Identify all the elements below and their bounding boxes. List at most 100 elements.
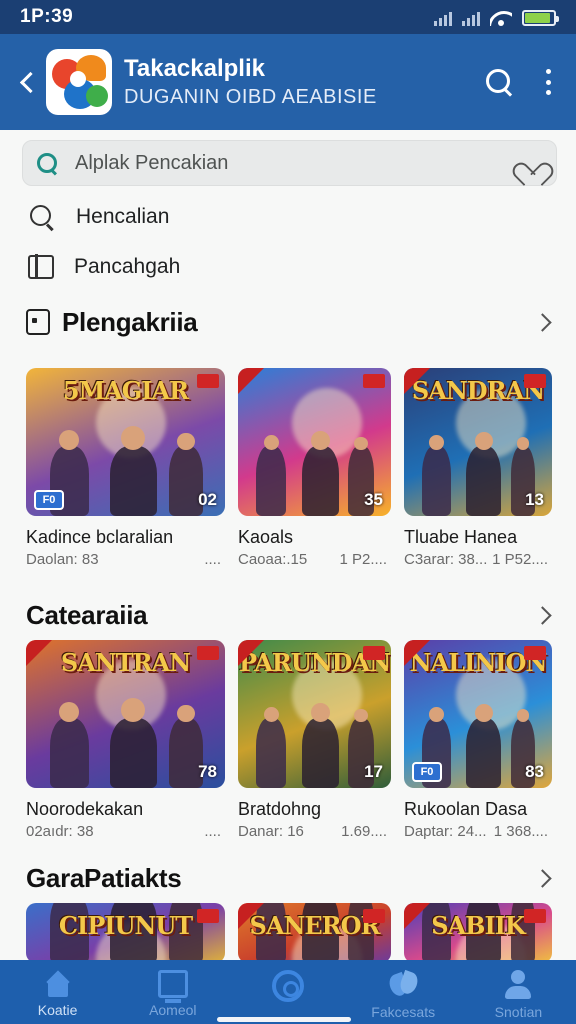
game-card[interactable]: 5MAGIAR F0 02 Kadince bclaralian Daolan: 83.…: [26, 368, 225, 570]
menu-item-book[interactable]: Pancahgah: [28, 251, 180, 283]
chevron-right-icon[interactable]: [534, 605, 554, 625]
game-card[interactable]: PARUNDAN 17 Bratdohng Danar: 16 1.69....: [238, 640, 391, 842]
game-meta: Caoaa:.15 1 P2....: [238, 550, 391, 570]
section-title: Plengakriia: [62, 306, 198, 337]
back-arrow-icon[interactable]: [14, 62, 38, 102]
section-title: Catearaiia: [26, 599, 148, 630]
game-name: Bratdohng: [238, 799, 322, 819]
section-header[interactable]: Plengakriia: [26, 304, 554, 340]
search-icon: [35, 151, 59, 175]
ribbon-badge: [404, 640, 430, 666]
game-thumbnail: PARUNDAN 17: [238, 640, 391, 788]
ribbon-badge: [26, 640, 52, 666]
game-meta: Daolan: 83....: [26, 550, 225, 570]
nav-circle[interactable]: [230, 960, 345, 1024]
game-card[interactable]: CIPIUNUT: [26, 903, 225, 963]
wifi-icon: [490, 10, 512, 26]
chevron-right-icon[interactable]: [534, 312, 554, 332]
platform-chip: F0: [412, 762, 442, 782]
game-count: 17: [364, 762, 383, 781]
game-art-title: CIPIUNUT: [58, 911, 193, 940]
favorite-heart-icon[interactable]: [518, 151, 544, 175]
game-count: 83: [525, 762, 544, 781]
section-header[interactable]: GaraPatiakts: [26, 860, 554, 896]
game-name: Tluabe Hanea: [404, 527, 518, 547]
header-actions: [484, 67, 562, 97]
status-time: 1P:39: [20, 6, 74, 27]
ribbon-badge: [238, 640, 264, 666]
game-meta-left: C3arar: 38...: [404, 551, 488, 568]
ribbon-badge: [238, 903, 264, 929]
game-art-title: SANTRAN: [60, 648, 191, 677]
game-meta-right: ....: [204, 823, 221, 840]
chevron-right-icon[interactable]: [534, 868, 554, 888]
tag-badge: [197, 646, 219, 660]
status-bar: 1P:39: [0, 0, 576, 34]
game-thumbnail: 35: [238, 368, 391, 516]
game-meta-left: Daolan: 83: [26, 551, 99, 568]
game-meta-left: 02aıdr: 38: [26, 823, 94, 840]
game-card[interactable]: SABIIK: [404, 903, 552, 963]
leaf-icon: [388, 970, 418, 1000]
tablet-icon: [157, 970, 188, 1003]
search-icon[interactable]: [484, 67, 514, 97]
search-icon: [28, 203, 56, 231]
game-count: 13: [525, 490, 544, 509]
section-header[interactable]: Catearaiia: [26, 597, 554, 633]
tag-badge: [197, 374, 219, 388]
app-subtitle: DUGANIN OIBD AEABISIE: [124, 86, 377, 108]
tag-badge: [524, 646, 546, 660]
more-vertical-icon[interactable]: [544, 67, 552, 97]
tag-badge: [363, 374, 385, 388]
tag-badge: [524, 374, 546, 388]
game-card[interactable]: NALINION F0 83 Rukoolan Dasa Daptar: 24... 1 …: [404, 640, 552, 842]
game-meta-right: 1.69....: [341, 823, 387, 840]
game-meta-right: 1 P2....: [339, 551, 387, 568]
game-meta-left: Caoaa:.15: [238, 551, 308, 568]
game-meta: C3arar: 38... 1 P52....: [404, 550, 552, 570]
game-count: 02: [198, 490, 217, 509]
book-icon: [28, 254, 54, 279]
game-thumbnail: SABIIK: [404, 903, 552, 963]
search-input[interactable]: Alplak Pencakian: [22, 140, 557, 186]
home-indicator: [217, 1017, 351, 1022]
ribbon-badge: [238, 368, 264, 394]
tag-badge: [363, 646, 385, 660]
nav-user[interactable]: Snotian: [461, 960, 576, 1024]
game-card[interactable]: SANTRAN 78 Noorodekakan 02aıdr: 38....: [26, 640, 225, 842]
game-meta-right: ....: [204, 551, 221, 568]
signal-icon: [434, 10, 452, 26]
game-name: Noorodekakan: [26, 799, 144, 819]
game-meta: Danar: 16 1.69....: [238, 822, 391, 842]
menu-item-search[interactable]: Hencalian: [28, 201, 169, 233]
game-thumbnail: NALINION F0 83: [404, 640, 552, 788]
game-meta-right: 1 368....: [493, 823, 548, 840]
nav-label: Aomeol: [149, 1002, 197, 1018]
game-thumbnail: 5MAGIAR F0 02: [26, 368, 225, 516]
search-placeholder: Alplak Pencakian: [75, 151, 229, 174]
game-meta-left: Daptar: 24...: [404, 823, 487, 840]
platform-chip: F0: [34, 490, 64, 510]
nav-tablet[interactable]: Aomeol: [115, 960, 230, 1024]
menu-item-label: Pancahgah: [74, 255, 181, 278]
game-thumbnail: SANEROR: [238, 903, 391, 963]
game-name: Kadince bclaralian: [26, 527, 174, 547]
game-name: Kaoals: [238, 527, 294, 547]
app-title: Takackalplik: [124, 55, 265, 82]
game-meta-right: 1 P52....: [492, 551, 548, 568]
game-card[interactable]: 35 Kaoals Caoaa:.15 1 P2....: [238, 368, 391, 570]
game-meta: 02aıdr: 38....: [26, 822, 225, 842]
nav-home[interactable]: Koatie: [0, 960, 115, 1024]
section-title: GaraPatiakts: [26, 862, 182, 893]
game-card[interactable]: SANDRAN 13 Tluabe Hanea C3arar: 38... 1 P52.…: [404, 368, 552, 570]
bottom-navigation: Koatie Aomeol Fakcesats Snotian: [0, 960, 576, 1024]
tag-badge: [197, 909, 219, 923]
game-count: 35: [364, 490, 383, 509]
game-card[interactable]: SANEROR: [238, 903, 391, 963]
nav-leaf[interactable]: Fakcesats: [346, 960, 461, 1024]
circle-icon: [272, 970, 304, 1002]
tag-badge: [524, 909, 546, 923]
ribbon-badge: [404, 368, 430, 394]
game-name: Rukoolan Dasa: [404, 799, 528, 819]
game-thumbnail: SANTRAN 78: [26, 640, 225, 788]
